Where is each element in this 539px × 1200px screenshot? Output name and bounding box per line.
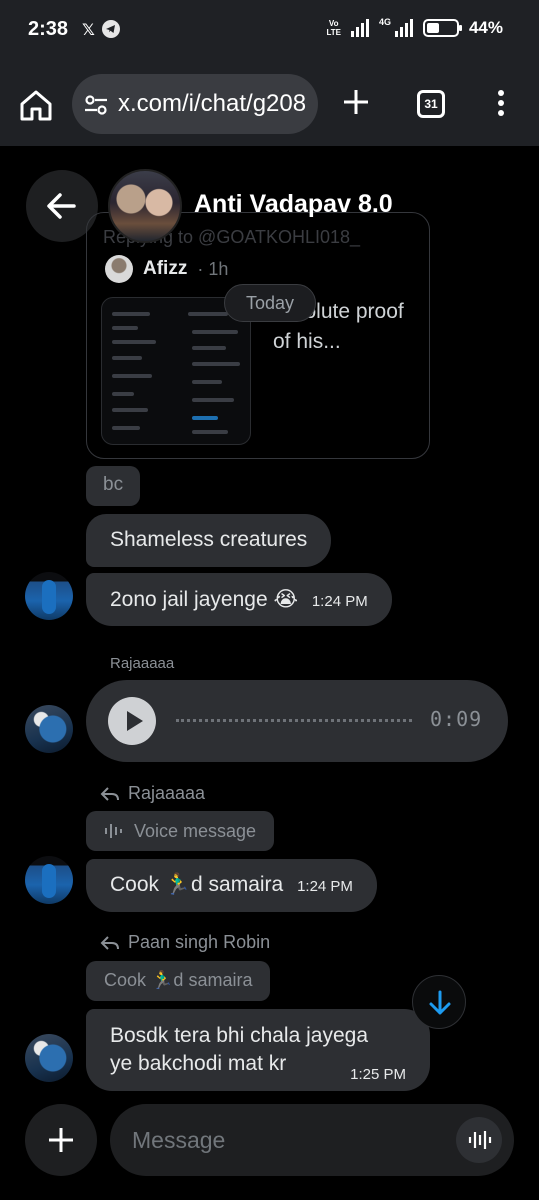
message-text: Bosdk tera bhi chala jayega — [110, 1024, 368, 1047]
new-tab-button[interactable] — [340, 86, 372, 118]
signal-2-icon — [394, 19, 413, 37]
message-composer — [110, 1104, 514, 1176]
telegram-icon — [102, 20, 120, 38]
reply-to-name: Rajaaaaa — [128, 783, 206, 803]
message-bubble[interactable]: Cook 🏃‍♂️d samaira 1:24 PM — [86, 859, 377, 912]
battery-icon — [422, 19, 462, 37]
message-bubble[interactable]: 2ono jail jayenge 😭 1:24 PM — [86, 573, 392, 626]
plus-icon — [49, 1128, 73, 1152]
sender-name: Rajaaaaa — [110, 655, 175, 672]
message-bubble[interactable]: Shameless creatures — [86, 514, 332, 567]
status-time: 2:38 — [28, 18, 69, 40]
scroll-to-bottom-button[interactable] — [412, 975, 466, 1029]
message-text: 2ono jail jayenge 😭 — [110, 588, 298, 611]
chat-title[interactable]: Anti Vadapav 8.0 — [194, 190, 393, 219]
sender-avatar[interactable] — [25, 572, 73, 620]
message-time: 1:25 PM — [350, 1066, 406, 1083]
message-text: bc — [103, 474, 124, 495]
quoted-message[interactable]: Cook 🏃‍♂️d samaira — [86, 961, 271, 1001]
post-screenshot-image[interactable] — [101, 297, 251, 445]
url-text: x.com/i/chat/g208 — [118, 90, 307, 117]
battery-percent: 44% — [468, 18, 503, 37]
address-bar[interactable]: x.com/i/chat/g208 — [72, 74, 318, 134]
network-type: 4G — [378, 17, 391, 27]
reply-to-name: Paan singh Robin — [128, 932, 271, 952]
post-author-row: Afizz · 1h — [105, 255, 228, 283]
post-age: · 1h — [197, 258, 229, 279]
signal-icon — [350, 19, 369, 37]
message-time: 1:24 PM — [311, 593, 368, 610]
sender-avatar[interactable] — [25, 856, 73, 904]
reply-icon — [100, 786, 119, 801]
author-avatar — [105, 255, 133, 283]
message-bubble[interactable]: bc — [86, 466, 141, 506]
quoted-text: Voice message — [134, 820, 257, 841]
shared-post-card[interactable]: Replying to @GOATKOHLI018_ Afizz · 1h …s… — [86, 212, 430, 459]
status-indicators: Vo LTE 4G 44% — [326, 17, 503, 38]
status-bar: 2:38 𝕏 Vo LTE 4G 44% — [0, 0, 539, 62]
group-avatar[interactable] — [108, 169, 182, 243]
more-menu-icon[interactable] — [496, 90, 506, 118]
add-attachment-button[interactable] — [25, 1104, 97, 1176]
date-divider: Today — [224, 284, 316, 322]
message-text: Cook 🏃‍♂️d samaira — [110, 873, 284, 896]
voice-record-button[interactable] — [456, 1117, 502, 1163]
x-logo-icon: 𝕏 — [82, 22, 95, 39]
play-icon[interactable] — [108, 697, 156, 745]
reply-indicator: Paan singh Robin — [100, 932, 270, 953]
sender-avatar[interactable] — [25, 705, 73, 753]
audio-waveform-icon — [468, 1131, 492, 1149]
arrow-down-icon — [429, 990, 451, 1015]
message-time: 1:24 PM — [297, 878, 353, 895]
quoted-message[interactable]: Voice message — [86, 811, 275, 851]
reply-indicator: Rajaaaaa — [100, 783, 205, 804]
home-icon — [20, 90, 52, 121]
message-input[interactable] — [132, 1104, 432, 1176]
browser-toolbar: x.com/i/chat/g208 31 — [0, 62, 539, 146]
sender-avatar[interactable] — [25, 1034, 73, 1082]
author-name: Afizz — [143, 258, 188, 279]
volte-indicator: Vo LTE — [326, 19, 341, 37]
voice-message-bubble[interactable]: 0:09 — [86, 680, 508, 762]
voice-duration: 0:09 — [430, 707, 483, 731]
quoted-text: Cook 🏃‍♂️d samaira — [104, 970, 253, 990]
audio-waveform-icon — [105, 824, 122, 838]
message-text: Shameless creatures — [110, 528, 308, 551]
message-bubble[interactable]: Bosdk tera bhi chala jayega ye bakchodi … — [86, 1009, 430, 1091]
home-button[interactable] — [18, 88, 54, 122]
tab-switcher-button[interactable]: 31 — [417, 90, 445, 118]
site-settings-icon — [85, 95, 107, 115]
audio-waveform[interactable] — [176, 719, 412, 723]
plus-icon — [344, 90, 368, 114]
reply-icon — [100, 935, 119, 950]
